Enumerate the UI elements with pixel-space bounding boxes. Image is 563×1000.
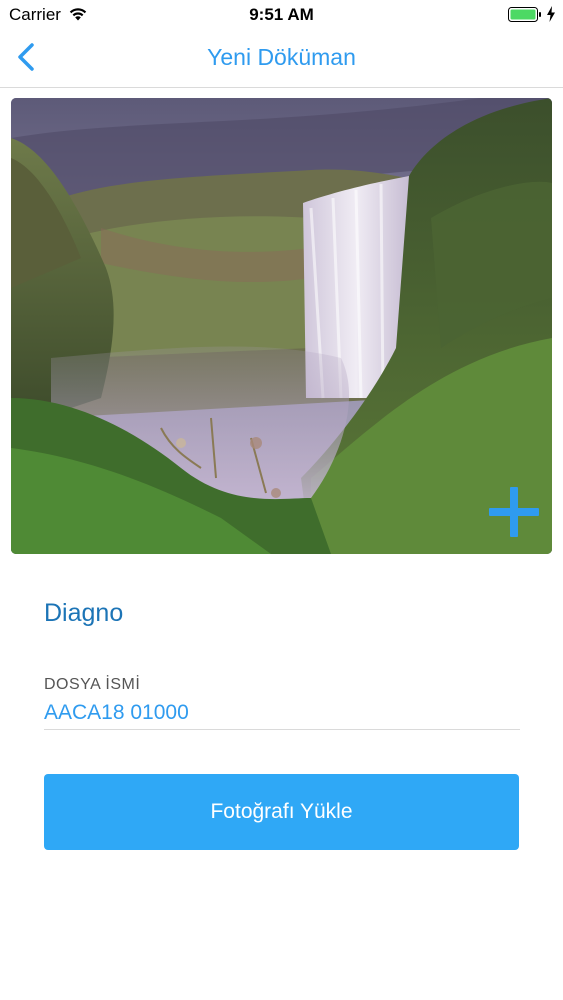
document-title: Diagno bbox=[44, 599, 124, 627]
page-title: Yeni Döküman bbox=[207, 44, 356, 70]
clock: 9:51 AM bbox=[249, 5, 314, 24]
file-name-label: DOSYA İSMİ bbox=[44, 676, 141, 693]
file-name-input[interactable] bbox=[44, 697, 520, 730]
landscape-photo bbox=[11, 98, 552, 554]
status-bar: Carrier 9:51 AM bbox=[0, 0, 563, 30]
document-photo[interactable] bbox=[11, 98, 552, 554]
bolt-icon bbox=[547, 6, 555, 22]
battery-icon bbox=[508, 7, 541, 22]
navigation-bar: Yeni Döküman bbox=[0, 30, 563, 88]
plus-icon[interactable] bbox=[489, 487, 539, 537]
upload-photo-button[interactable]: Fotoğrafı Yükle bbox=[44, 774, 519, 850]
